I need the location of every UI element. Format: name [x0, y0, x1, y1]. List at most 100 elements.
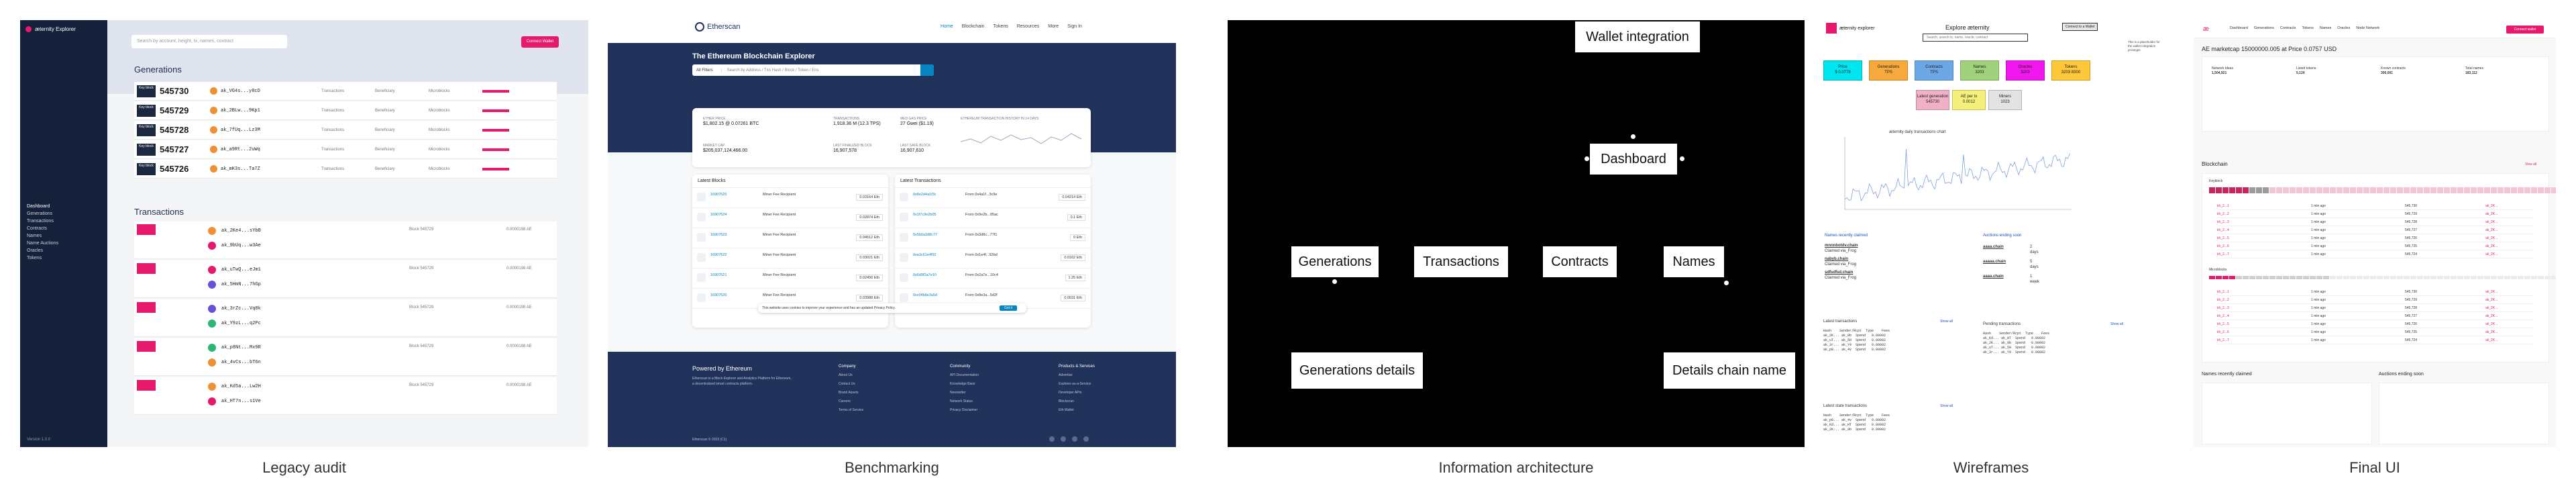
row-link[interactable]: ak_2K... — [2485, 212, 2498, 216]
microblock-cell[interactable] — [2323, 276, 2329, 279]
keyblock-cell[interactable] — [2404, 187, 2410, 193]
wire-show-all-link[interactable]: Show all — [1940, 404, 1953, 408]
microblock-cell[interactable] — [2457, 276, 2463, 279]
final-connect-button[interactable]: Connect wallet — [2506, 26, 2544, 34]
wire-logo[interactable]: æternity explorer — [1826, 23, 1875, 34]
etherscan-search-input[interactable]: Search by Address / Txn Hash / Block / T… — [722, 68, 920, 72]
table-row[interactable]: kh_2...6 1 min ago 545,725 ak_2K... — [2217, 244, 2534, 250]
row-link[interactable]: kh_2...7 — [2217, 338, 2229, 342]
generation-hash[interactable]: ak_mK3s...Ta7Z — [221, 166, 321, 172]
microblock-cell[interactable] — [2437, 276, 2443, 279]
tx-block[interactable]: Block 545729 — [409, 227, 433, 233]
table-row[interactable]: kh_2...5 1 min ago 545,726 ak_2K... — [2217, 236, 2534, 242]
wire-search-input[interactable]: Search, search tx, name, oracle, contrac… — [1923, 34, 2028, 42]
row-link[interactable]: kh_2...1 — [2217, 290, 2229, 294]
microblock-cell[interactable] — [2283, 276, 2289, 279]
keyblock-cell[interactable] — [2430, 187, 2436, 193]
row-link[interactable]: kh_2...6 — [2217, 330, 2229, 334]
list-item[interactable]: 0x1f7c9e2b05 From 0x9e2b...05ac 0.1 Eth — [895, 208, 1091, 228]
wire-auction-item[interactable]: aaaa.chain 1 week — [1983, 274, 2039, 284]
microblock-cell[interactable] — [2222, 276, 2229, 279]
keyblock-cell[interactable] — [2410, 187, 2416, 193]
microblock-cell[interactable] — [2538, 276, 2544, 279]
microblock-cell[interactable] — [2216, 276, 2222, 279]
item-link[interactable]: 0xc04b8e3a5d — [913, 293, 937, 297]
table-row[interactable]: kh_2...7 1 min ago 545,724 ak_2K... — [2217, 252, 2534, 258]
table-row[interactable]: kh_2...2 1 min ago 545,729 ak_2K... — [2217, 211, 2534, 218]
keyblock-cell[interactable] — [2290, 187, 2296, 193]
tx-recipient[interactable]: ak_5HmN...7hGp — [221, 282, 261, 287]
table-row[interactable]: kh_2...1 1 min ago 545,730 ak_2K... — [2217, 203, 2534, 210]
microblock-cell[interactable] — [2504, 276, 2510, 279]
generation-hash[interactable]: ak_2BLw...9Kp1 — [221, 108, 321, 113]
wire-card-contracts[interactable]: Contracts TPS — [1915, 60, 1953, 81]
list-item[interactable]: 16907624 Miner Fee Recipient 0.02874 Eth — [692, 208, 888, 228]
wire-card-oracles[interactable]: Oracles 3203 — [2006, 60, 2045, 81]
keyblock-cell[interactable] — [2390, 187, 2396, 193]
generation-height[interactable]: 545728 — [160, 125, 210, 135]
keyblock-cell[interactable] — [2471, 187, 2477, 193]
microblock-cell[interactable] — [2296, 276, 2302, 279]
keyblock-cell[interactable] — [2531, 187, 2537, 193]
row-link[interactable]: ak_2K... — [2485, 228, 2498, 232]
keyblock-cell[interactable] — [2343, 187, 2349, 193]
microblock-cell[interactable] — [2417, 276, 2423, 279]
item-link[interactable]: 16907623 — [710, 233, 727, 237]
list-item[interactable]: 0x8e2d4a1f3c From 0x4a1f...3c9e 0.04214 Et… — [895, 188, 1091, 208]
microblock-cell[interactable] — [2236, 276, 2242, 279]
tx-recipient[interactable]: ak_HT7n...s1Ve — [221, 399, 261, 404]
list-item[interactable]: 0x6d9f2a7e10 From 0x2a7e...10c4 1.25 Eth — [895, 269, 1091, 289]
microblock-cell[interactable] — [2471, 276, 2477, 279]
keyblock-cell[interactable] — [2363, 187, 2369, 193]
generation-hash[interactable]: ak_VG4s...y8cD — [221, 89, 321, 94]
tx-recipient[interactable]: ak_Y9zL...q2Pc — [221, 321, 261, 326]
etherscan-nav-item[interactable]: Home — [941, 24, 953, 29]
list-item[interactable]: 16907625 Miner Fee Recipient 0.03164 Eth — [692, 188, 888, 208]
generation-row[interactable]: Key block 545727 ak_a9Rt...2uWq Transaction… — [134, 140, 557, 159]
legacy-nav-item[interactable]: Generations — [27, 210, 58, 217]
microblock-cell[interactable] — [2498, 276, 2504, 279]
row-link[interactable]: kh_2...6 — [2217, 244, 2229, 248]
row-link[interactable]: kh_2...3 — [2217, 306, 2229, 310]
transaction-row[interactable]: ak_2Ke4...sYbB ak_9bUq...w3Ae Block 545729… — [134, 222, 557, 259]
table-row[interactable]: kh_2...3 1 min ago 545,728 ak_2K... — [2217, 305, 2534, 312]
microblock-cell[interactable] — [2363, 276, 2369, 279]
microblock-cell[interactable] — [2397, 276, 2403, 279]
wire-name-item[interactable]: mnnnbotdv.chain Claimed via_Frog — [1825, 243, 1858, 254]
reddit-icon[interactable] — [1072, 436, 1077, 442]
table-row[interactable]: kh_2...5 1 min ago 545,726 ak_2K... — [2217, 322, 2534, 328]
keyblock-cell[interactable] — [2524, 187, 2530, 193]
keyblock-cell[interactable] — [2350, 187, 2356, 193]
tx-sender[interactable]: ak_p8Nt...Mx9R — [221, 345, 261, 350]
row-link[interactable]: ak_2K... — [2485, 306, 2498, 310]
final-nav-item[interactable]: Generations — [2254, 26, 2274, 30]
keyblock-cell[interactable] — [2504, 187, 2510, 193]
etherscan-nav-item[interactable]: Resources — [1017, 24, 1039, 29]
keyblock-cell[interactable] — [2236, 187, 2242, 193]
item-link[interactable]: 0x1f7c9e2b05 — [913, 213, 936, 217]
row-link[interactable]: kh_2...1 — [2217, 204, 2229, 208]
keyblock-cell[interactable] — [2417, 187, 2423, 193]
generation-height[interactable]: 545730 — [160, 86, 210, 96]
microblock-cell[interactable] — [2209, 276, 2215, 279]
tx-sender[interactable]: ak_Kd5a...Lw2H — [221, 384, 261, 389]
keyblock-cell[interactable] — [2451, 187, 2457, 193]
microblock-cell[interactable] — [2518, 276, 2524, 279]
wire-card-names[interactable]: Names 3203 — [1960, 60, 1999, 81]
facebook-icon[interactable] — [1061, 436, 1066, 442]
tx-sender[interactable]: ak_uTwQ...eJm1 — [221, 267, 261, 273]
row-link[interactable]: kh_2...5 — [2217, 236, 2229, 240]
etherscan-filter-select[interactable]: All Filters — [692, 68, 722, 72]
microblock-cell[interactable] — [2451, 276, 2457, 279]
microblock-cell[interactable] — [2249, 276, 2255, 279]
microblock-cell[interactable] — [2276, 276, 2282, 279]
legacy-nav-item[interactable]: Transactions — [27, 217, 58, 225]
search-icon[interactable] — [920, 64, 934, 76]
legacy-nav-item[interactable]: Tokens — [27, 254, 58, 262]
keyblock-cell[interactable] — [2518, 187, 2524, 193]
microblock-cell[interactable] — [2269, 276, 2275, 279]
list-item[interactable]: 0xa3c61e4f92 From 0x1e4f...92bd 0.0162 Eth — [895, 248, 1091, 269]
final-nav-item[interactable]: Node Network — [2356, 26, 2379, 30]
microblock-cell[interactable] — [2511, 276, 2517, 279]
generation-hash[interactable]: ak_a9Rt...2uWq — [221, 147, 321, 152]
